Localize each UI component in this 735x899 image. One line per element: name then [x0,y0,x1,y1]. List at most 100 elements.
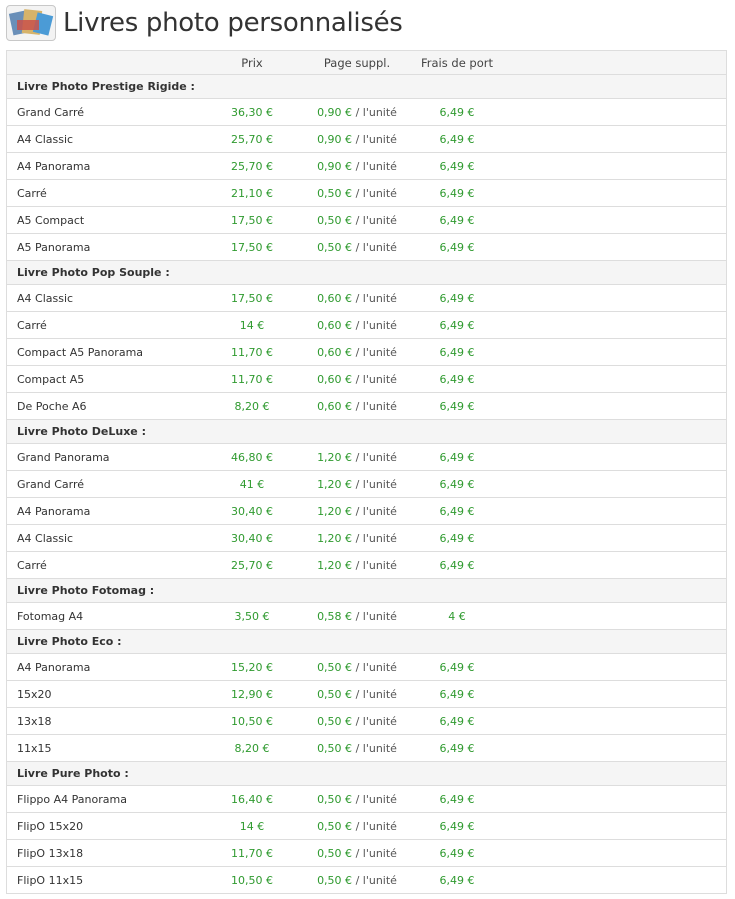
extra-page-price: 0,90 € [317,159,353,173]
shipping-cell: 6,49 € [439,450,475,464]
table-row: Carré 25,70 € 1,20 € / l'unité 6,49 € [7,552,726,579]
price-cell: 30,40 € [231,531,273,545]
category-name: Livre Photo Pop Souple : [17,266,170,279]
per-unit-label: / l'unité [355,105,397,119]
shipping-cell: 6,49 € [439,372,475,386]
product-name: A4 Classic [17,291,74,305]
shipping-cell: 6,49 € [439,558,475,572]
table-row: 13x18 10,50 € 0,50 € / l'unité 6,49 € [7,708,726,735]
shipping-cell: 6,49 € [439,792,475,806]
price-cell: 14 € [239,318,265,332]
table-row: De Poche A6 8,20 € 0,60 € / l'unité 6,49 € [7,393,726,420]
price-cell: 25,70 € [231,558,273,572]
price-cell: 10,50 € [231,873,273,887]
per-unit-label: / l'unité [355,819,397,833]
product-name: A4 Classic [17,531,74,545]
shipping-cell: 6,49 € [439,213,475,227]
price-cell: 11,70 € [231,372,273,386]
extra-page-cell: 0,60 € / l'unité [307,292,407,305]
shipping-cell: 6,49 € [439,687,475,701]
product-name: Grand Carré [17,105,85,119]
extra-page-price: 0,50 € [317,186,353,200]
table-row: FlipO 15x20 14 € 0,50 € / l'unité 6,49 € [7,813,726,840]
price-cell: 12,90 € [231,687,273,701]
per-unit-label: / l'unité [355,504,397,518]
per-unit-label: / l'unité [355,345,397,359]
product-name: A4 Panorama [17,504,91,518]
per-unit-label: / l'unité [355,372,397,386]
price-cell: 17,50 € [231,240,273,254]
extra-page-price: 0,60 € [317,345,353,359]
per-unit-label: / l'unité [355,186,397,200]
product-name: 15x20 [17,687,52,701]
extra-page-cell: 0,90 € / l'unité [307,133,407,146]
price-cell: 8,20 € [234,741,270,755]
category-row: Livre Photo Pop Souple : [7,261,726,285]
category-name: Livre Photo Fotomag : [17,584,155,597]
category-name: Livre Pure Photo : [17,767,129,780]
category-row: Livre Photo Eco : [7,630,726,654]
extra-page-price: 0,90 € [317,132,353,146]
shipping-cell: 6,49 € [439,714,475,728]
shipping-cell: 6,49 € [439,105,475,119]
shipping-cell: 6,49 € [439,132,475,146]
table-row: Fotomag A4 3,50 € 0,58 € / l'unité 4 € [7,603,726,630]
shipping-cell: 6,49 € [439,186,475,200]
extra-page-cell: 1,20 € / l'unité [307,478,407,491]
table-row: Carré 21,10 € 0,50 € / l'unité 6,49 € [7,180,726,207]
product-name: A5 Panorama [17,240,91,254]
per-unit-label: / l'unité [355,213,397,227]
table-row: A4 Classic 17,50 € 0,60 € / l'unité 6,49 € [7,285,726,312]
product-name: Compact A5 Panorama [17,345,144,359]
extra-page-price: 0,50 € [317,846,353,860]
header-page-suppl: Page suppl. [323,55,391,70]
extra-page-cell: 0,50 € / l'unité [307,874,407,887]
category-row: Livre Pure Photo : [7,762,726,786]
extra-page-cell: 0,58 € / l'unité [307,610,407,623]
table-row: Compact A5 11,70 € 0,60 € / l'unité 6,49 € [7,366,726,393]
page-title: Livres photo personnalisés [63,8,403,38]
table-row: 15x20 12,90 € 0,50 € / l'unité 6,49 € [7,681,726,708]
extra-page-cell: 1,20 € / l'unité [307,532,407,545]
extra-page-price: 0,50 € [317,660,353,674]
photo-books-icon [6,5,56,41]
product-name: Carré [17,558,47,572]
shipping-cell: 6,49 € [439,477,475,491]
per-unit-label: / l'unité [355,531,397,545]
price-cell: 11,70 € [231,846,273,860]
table-row: A4 Panorama 30,40 € 1,20 € / l'unité 6,49 € [7,498,726,525]
product-name: Grand Carré [17,477,85,491]
shipping-cell: 6,49 € [439,873,475,887]
price-cell: 25,70 € [231,132,273,146]
table-row: A5 Panorama 17,50 € 0,50 € / l'unité 6,49 € [7,234,726,261]
extra-page-cell: 0,90 € / l'unité [307,106,407,119]
price-cell: 15,20 € [231,660,273,674]
per-unit-label: / l'unité [355,318,397,332]
price-cell: 46,80 € [231,450,273,464]
extra-page-cell: 0,50 € / l'unité [307,214,407,227]
extra-page-cell: 0,50 € / l'unité [307,742,407,755]
table-row: A4 Classic 30,40 € 1,20 € / l'unité 6,49 € [7,525,726,552]
extra-page-cell: 0,50 € / l'unité [307,847,407,860]
product-name: Carré [17,186,47,200]
price-table: Prix Page suppl. Frais de port Livre Pho… [6,50,727,894]
header-frais-de-port: Frais de port [421,55,493,70]
per-unit-label: / l'unité [355,558,397,572]
price-cell: 41 € [239,477,265,491]
shipping-cell: 6,49 € [439,741,475,755]
extra-page-cell: 1,20 € / l'unité [307,451,407,464]
product-name: 13x18 [17,714,52,728]
shipping-cell: 6,49 € [439,660,475,674]
product-name: A4 Panorama [17,159,91,173]
product-name: FlipO 11x15 [17,873,84,887]
category-name: Livre Photo Prestige Rigide : [17,80,195,93]
price-cell: 30,40 € [231,504,273,518]
extra-page-cell: 0,60 € / l'unité [307,373,407,386]
extra-page-price: 0,60 € [317,291,353,305]
table-row: Grand Panorama 46,80 € 1,20 € / l'unité 6,4… [7,444,726,471]
price-cell: 16,40 € [231,792,273,806]
product-name: Carré [17,318,47,332]
price-cell: 8,20 € [234,399,270,413]
extra-page-price: 0,90 € [317,105,353,119]
per-unit-label: / l'unité [355,240,397,254]
